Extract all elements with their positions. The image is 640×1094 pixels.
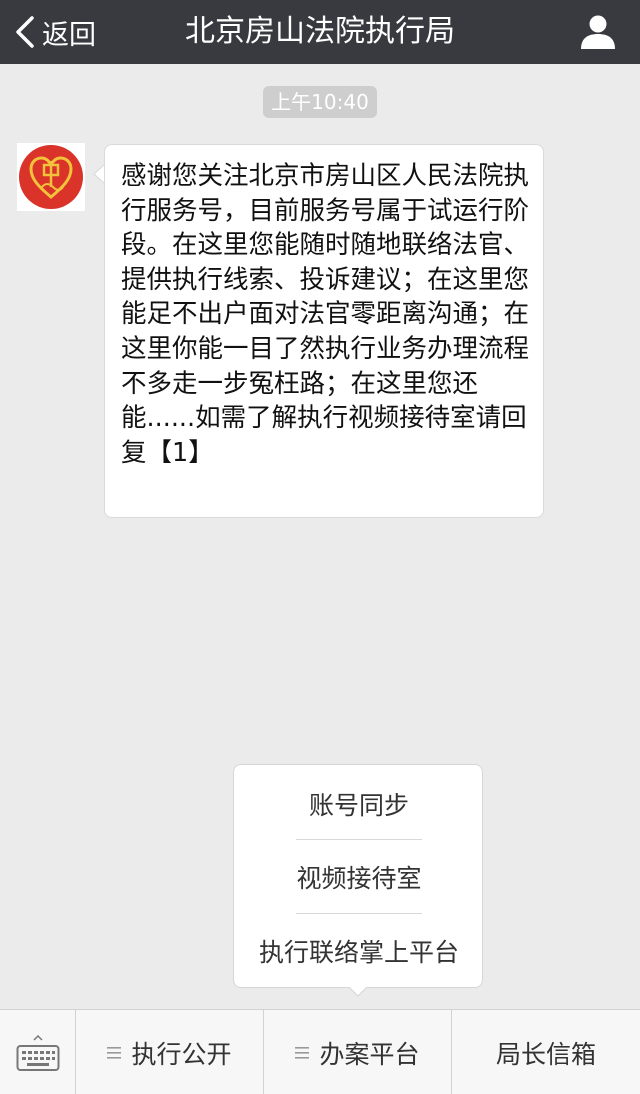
menu-tab-label: 执行公开 [131, 1039, 232, 1069]
custom-menu-bar: 执行公开 办案平台 局长信箱 [0, 1009, 640, 1094]
menu-tab-label: 局长信箱 [495, 1039, 596, 1069]
popup-arrow [347, 985, 369, 997]
menu-tab-case-platform[interactable]: 办案平台 [264, 1010, 452, 1094]
submenu-item-video-reception[interactable]: 视频接待室 [234, 840, 484, 914]
submenu-popup: 账号同步 视频接待室 执行联络掌上平台 [233, 764, 483, 988]
message-text: 感谢您关注北京市房山区人民法院执行服务号，目前服务号属于试运行阶段。在这里您能随… [121, 161, 530, 468]
keyboard-toggle-button[interactable] [0, 1010, 76, 1094]
profile-button[interactable] [578, 12, 618, 52]
nav-header: 返回 北京房山法院执行局 [0, 0, 640, 64]
page-title: 北京房山法院执行局 [185, 14, 455, 49]
person-icon [581, 15, 615, 49]
submenu-item-account-sync[interactable]: 账号同步 [234, 767, 484, 841]
menu-tab-label: 办案平台 [319, 1039, 420, 1069]
menu-lines-icon [107, 1046, 122, 1059]
menu-lines-icon [295, 1046, 310, 1059]
official-account-avatar[interactable] [17, 143, 85, 211]
message-timestamp: 上午10:40 [263, 86, 377, 118]
back-label: 返回 [42, 19, 96, 51]
chevron-left-icon [16, 16, 34, 48]
submenu-item-liaison-platform[interactable]: 执行联络掌上平台 [234, 914, 484, 988]
court-logo-icon [19, 145, 83, 209]
menu-tab-director-mailbox[interactable]: 局长信箱 [452, 1010, 640, 1094]
chat-screen: 返回 北京房山法院执行局 上午10:40 感谢您关注北京市房山区人民法院执行服务… [0, 0, 640, 1094]
menu-tab-execution-public[interactable]: 执行公开 [76, 1010, 264, 1094]
back-button[interactable]: 返回 [14, 0, 96, 64]
keyboard-icon [16, 1034, 59, 1071]
message-bubble: 感谢您关注北京市房山区人民法院执行服务号，目前服务号属于试运行阶段。在这里您能随… [104, 144, 544, 518]
